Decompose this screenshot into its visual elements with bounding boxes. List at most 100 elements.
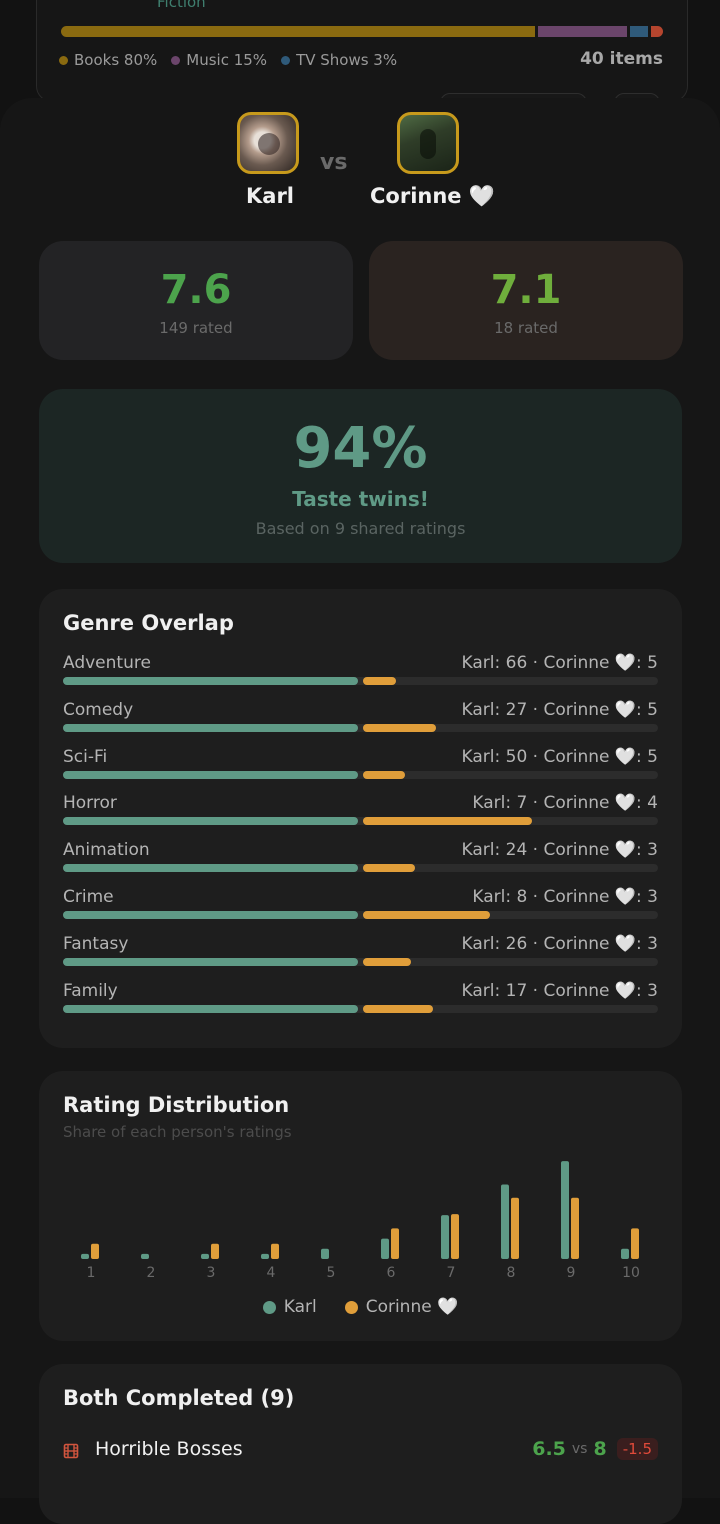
legend-label: Music 15%	[186, 51, 268, 69]
chart-legend: Karl Corinne 🤍	[39, 1297, 682, 1317]
genre-bar-corinne	[363, 957, 411, 966]
bar-corinne-8	[511, 1197, 519, 1259]
legend-dot	[262, 1300, 276, 1314]
x-tick-label: 8	[507, 1265, 516, 1281]
genre-bar-corinne	[363, 1004, 433, 1013]
bar-corinne-6	[391, 1228, 399, 1259]
genre-bar-corinne	[363, 723, 436, 732]
genre-counts: Karl: 27 · Corinne 🤍: 5	[461, 699, 658, 720]
rated-count: 18 rated	[494, 319, 558, 337]
genre-name: Crime	[63, 887, 114, 907]
genre-bar-karl	[63, 864, 358, 873]
type-bar-segment	[651, 26, 663, 37]
bar-corinne-1	[91, 1243, 99, 1259]
bar-corinne-4	[271, 1243, 279, 1259]
genre-bar-corinne	[363, 677, 396, 685]
genre-bar-corinne	[363, 817, 532, 826]
legend-dot	[171, 55, 181, 65]
genre-name: Sci-Fi	[63, 746, 108, 767]
media-type-card: Fiction Books 80% Music 15% TV Shows 3% 40…	[36, 0, 688, 102]
genre-bar-corinne	[363, 864, 415, 873]
panel-title: Both Completed (9)	[63, 1386, 295, 1410]
bar-corinne-3	[211, 1243, 219, 1259]
match-label: Taste twins!	[292, 487, 429, 511]
genre-counts: Karl: 8 · Corinne 🤍: 3	[472, 887, 658, 907]
partial-text: Fiction	[157, 0, 206, 11]
genre-bar-karl	[63, 770, 358, 779]
genre-name: Comedy	[63, 699, 134, 720]
genre-row: Crime Karl: 8 · Corinne 🤍: 3	[63, 887, 658, 931]
bar-corinne-9	[571, 1197, 579, 1259]
genre-counts: Karl: 7 · Corinne 🤍: 4	[472, 793, 658, 814]
average-score: 7.6	[160, 267, 232, 313]
comparison-sheet: vs Karl Corinne 🤍 7.6 149 rated 7.1 18 r…	[0, 98, 720, 1524]
bar-corinne-10	[631, 1228, 639, 1259]
x-tick-label: 6	[387, 1265, 396, 1281]
legend-dot	[281, 55, 291, 65]
bar-karl-8	[501, 1184, 509, 1259]
type-bar-segment	[61, 26, 536, 37]
vs-label: vs	[571, 1441, 588, 1457]
genre-name: Adventure	[63, 653, 151, 673]
genre-row: Animation Karl: 24 · Corinne 🤍: 3	[63, 840, 658, 884]
x-tick-label: 5	[327, 1265, 336, 1281]
x-tick-label: 10	[622, 1265, 640, 1281]
type-bar-segment	[630, 26, 649, 37]
genre-bar-karl	[63, 957, 358, 966]
bar-karl-10	[621, 1248, 629, 1259]
genre-overlap-panel: Genre Overlap Adventure Karl: 66 · Corinn…	[39, 589, 682, 1048]
bar-karl-6	[381, 1238, 389, 1259]
items-count: 40 items	[580, 49, 663, 69]
genre-counts: Karl: 17 · Corinne 🤍: 3	[461, 980, 658, 1001]
item-title: Horrible Bosses	[95, 1438, 243, 1460]
genre-counts: Karl: 66 · Corinne 🤍: 5	[461, 653, 658, 673]
match-subtitle: Based on 9 shared ratings	[255, 519, 466, 538]
type-legend-item: Books 80%	[59, 51, 157, 69]
legend-label: TV Shows 3%	[296, 51, 398, 69]
x-tick-label: 7	[447, 1265, 456, 1281]
score-karl: 6.5	[532, 1438, 566, 1460]
genre-name: Family	[63, 980, 118, 1001]
bar-corinne-7	[451, 1214, 459, 1259]
rated-count: 149 rated	[159, 319, 233, 337]
genre-bar-karl	[63, 1004, 358, 1013]
genre-row: Adventure Karl: 66 · Corinne 🤍: 5	[63, 653, 658, 697]
x-tick-label: 1	[87, 1265, 96, 1281]
score-corinne: 8	[593, 1438, 607, 1460]
score-difference-badge: -1.5	[616, 1438, 658, 1460]
bar-karl-1	[81, 1253, 89, 1259]
genre-name: Fantasy	[63, 933, 129, 954]
completed-item[interactable]: Horrible Bosses 6.5 vs 8 -1.5	[63, 1438, 658, 1464]
genre-bar-karl	[63, 677, 358, 685]
legend-label: Corinne 🤍	[365, 1297, 459, 1317]
x-tick-label: 4	[267, 1265, 276, 1281]
average-score: 7.1	[490, 267, 562, 313]
x-tick-label: 3	[207, 1265, 216, 1281]
avatar-corinne[interactable]	[397, 112, 459, 174]
bar-karl-7	[441, 1215, 449, 1259]
legend-item-karl: Karl	[262, 1297, 317, 1317]
media-type-bar	[61, 26, 663, 37]
legend-dot	[59, 55, 68, 65]
genre-row: Fantasy Karl: 26 · Corinne 🤍: 3	[63, 934, 658, 978]
users-header: vs Karl Corinne 🤍	[0, 112, 720, 222]
genre-row: Horror Karl: 7 · Corinne 🤍: 4	[63, 793, 658, 837]
film-icon	[63, 1443, 79, 1459]
panel-title: Genre Overlap	[63, 611, 234, 635]
media-type-legend: Books 80% Music 15% TV Shows 3%	[59, 51, 397, 69]
avatar-karl[interactable]	[237, 112, 299, 174]
item-scores: 6.5 vs 8 -1.5	[532, 1438, 658, 1460]
bar-karl-4	[261, 1253, 269, 1259]
genre-counts: Karl: 24 · Corinne 🤍: 3	[461, 840, 658, 861]
type-bar-segment	[538, 26, 628, 37]
genre-row: Comedy Karl: 27 · Corinne 🤍: 5	[63, 700, 658, 744]
score-card-corinne: 7.1 18 rated	[369, 241, 683, 360]
legend-dot	[344, 1300, 358, 1314]
rating-distribution-chart: 1 2 3 4 5 6 7 8 9 10	[81, 1161, 640, 1281]
genre-counts: Karl: 26 · Corinne 🤍: 3	[461, 933, 658, 954]
genre-bar-corinne	[363, 911, 490, 919]
genre-name: Animation	[63, 840, 150, 861]
genre-name: Horror	[63, 793, 117, 814]
type-legend-item: Music 15%	[171, 51, 267, 69]
both-completed-panel: Both Completed (9) Horrible Bosses 6.5 v…	[39, 1364, 682, 1524]
